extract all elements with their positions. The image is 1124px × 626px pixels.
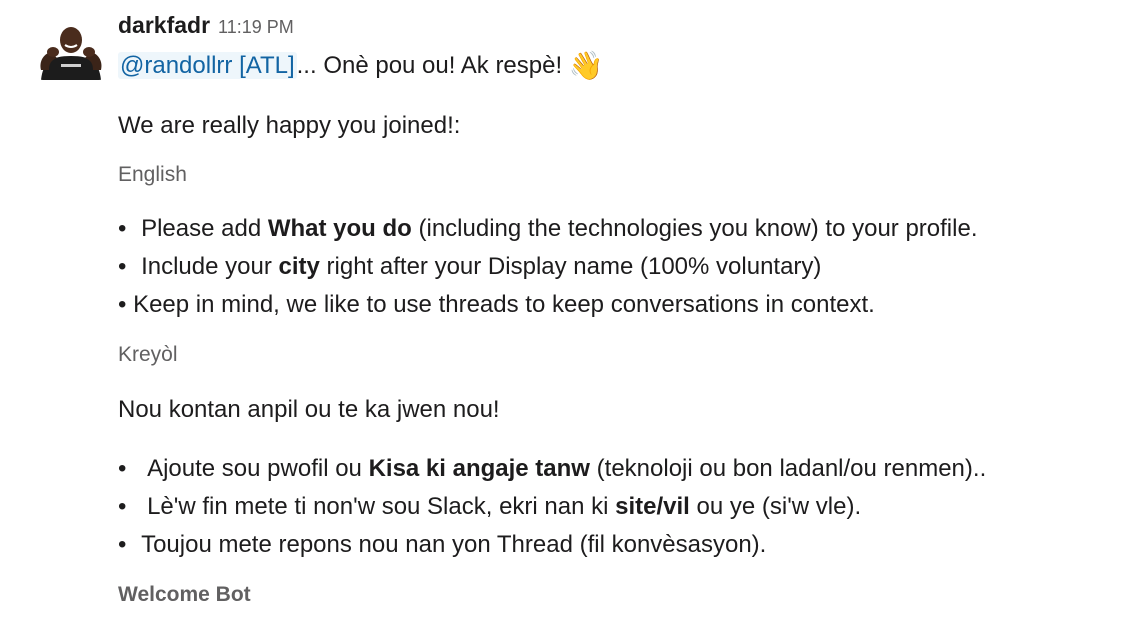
bullet-text-pre: Lè'w fin mete ti non'w sou Slack, ekri n… xyxy=(147,493,616,520)
bullet-text-bold: What you do xyxy=(267,215,412,242)
english-section-label: English xyxy=(118,163,187,186)
bullet-glyph: • xyxy=(118,493,127,520)
sender-name[interactable]: darkfadr xyxy=(118,12,210,39)
bullet-text-post: ou ye (si'w vle). xyxy=(689,493,862,520)
list-item: • Include your city right after your Dis… xyxy=(118,248,1108,286)
bullet-text-post: (teknoloji ou bon ladanl/ou renmen).. xyxy=(589,455,987,482)
bullet-text: Toujou mete repons nou nan yon Thread (f… xyxy=(141,531,767,558)
bullet-text-pre: Include your xyxy=(141,253,279,280)
bullet-text-pre: Ajoute sou pwofil ou xyxy=(147,455,369,482)
english-bullet-list: • Please add What you do (including the … xyxy=(118,210,1108,324)
bullet-text-post: (including the technologies you know) to… xyxy=(411,215,978,242)
bullet-glyph: • xyxy=(118,531,127,558)
list-item: • Ajoute sou pwofil ou Kisa ki angaje ta… xyxy=(118,450,1108,488)
avatar-image xyxy=(37,18,105,80)
bullet-glyph: • xyxy=(118,455,127,482)
welcome-line: We are really happy you joined!: xyxy=(118,112,461,139)
user-avatar[interactable] xyxy=(37,18,105,80)
greeting-line: @randollrr [ATL]... Onè pou ou! Ak respè… xyxy=(118,48,1108,84)
user-mention[interactable]: @randollrr [ATL] xyxy=(118,52,297,79)
list-item: • Please add What you do (including the … xyxy=(118,210,1108,248)
bullet-glyph: • xyxy=(118,291,127,318)
chat-message: darkfadr 11:19 PM @randollrr [ATL]... On… xyxy=(0,0,1124,626)
list-item: • Lè'w fin mete ti non'w sou Slack, ekri… xyxy=(118,488,1108,526)
list-item: • Toujou mete repons nou nan yon Thread … xyxy=(118,526,1108,564)
bullet-text-bold: site/vil xyxy=(615,493,690,520)
waving-hand-icon: 👋 xyxy=(568,49,604,82)
bot-attribution: Welcome Bot xyxy=(118,583,251,606)
kreyol-intro: Nou kontan anpil ou te ka jwen nou! xyxy=(118,396,500,423)
bullet-text-bold: city xyxy=(278,253,320,280)
kreyol-bullet-list: • Ajoute sou pwofil ou Kisa ki angaje ta… xyxy=(118,450,1108,564)
message-content: darkfadr 11:19 PM @randollrr [ATL]... On… xyxy=(118,12,1108,610)
message-timestamp[interactable]: 11:19 PM xyxy=(218,17,294,38)
bullet-glyph: • xyxy=(118,253,127,280)
greeting-text: ... Onè pou ou! Ak respè! xyxy=(296,52,563,79)
message-header: darkfadr 11:19 PM xyxy=(118,12,1108,48)
bullet-text-bold: Kisa ki angaje tanw xyxy=(368,455,590,482)
bullet-text: Keep in mind, we like to use threads to … xyxy=(133,291,875,318)
bullet-glyph: • xyxy=(118,215,127,242)
bullet-text-pre: Please add xyxy=(141,215,268,242)
kreyol-section-label: Kreyòl xyxy=(118,343,178,366)
list-item: • Keep in mind, we like to use threads t… xyxy=(118,286,1108,324)
bullet-text-post: right after your Display name (100% volu… xyxy=(319,253,822,280)
